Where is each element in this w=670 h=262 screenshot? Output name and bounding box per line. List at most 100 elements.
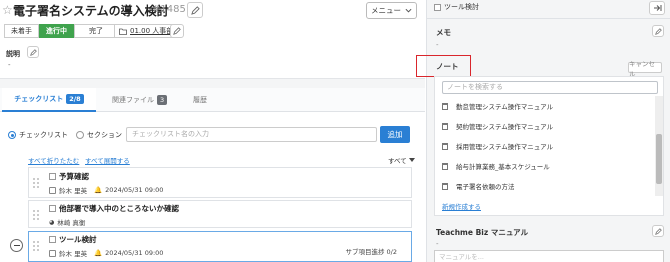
status-in-progress[interactable]: 進行中: [39, 24, 74, 38]
description-label: 説明: [6, 50, 20, 58]
user-icon: [49, 249, 56, 257]
tool-check-row[interactable]: ツール検討: [434, 2, 479, 12]
radio-label: チェックリスト: [19, 131, 68, 139]
drag-handle[interactable]: [33, 178, 40, 188]
highlight-frame: [416, 55, 471, 77]
checklist-name-input[interactable]: チェックリスト名の入力: [126, 127, 377, 142]
item-checkbox[interactable]: [49, 173, 56, 180]
cancel-button[interactable]: キャンセル: [628, 60, 662, 78]
item-title[interactable]: ツール検討: [59, 234, 97, 245]
scrollbar-thumb[interactable]: [656, 134, 662, 184]
edit-description-button[interactable]: [27, 46, 39, 58]
item-checkbox[interactable]: [49, 205, 56, 212]
tab-label: チェックリスト: [14, 95, 64, 103]
task-id: #1485: [152, 4, 186, 15]
note-option[interactable]: 勤怠管理システム操作マニュアル: [442, 101, 553, 111]
radio-section[interactable]: セクション: [76, 130, 122, 140]
due-date-field[interactable]: 01.00 人事部: [114, 24, 179, 38]
bell-icon: 🔔: [94, 249, 103, 257]
divider: [426, 18, 670, 19]
manual-input[interactable]: マニュアルを...: [434, 250, 664, 262]
drag-handle[interactable]: [33, 241, 40, 251]
checklist-item[interactable]: 他部署で導入中のところないか確認 ◕ 林崎 真衡: [28, 200, 412, 228]
filter-dropdown[interactable]: すべて: [388, 155, 415, 165]
tab-related-files[interactable]: 関連ファイル 3: [112, 88, 168, 112]
item-meta: 鈴木 里英 🔔 2024/05/31 09:00: [49, 248, 163, 258]
tab-count-badge: 2/8: [66, 94, 84, 104]
status-not-started[interactable]: 未着手: [4, 24, 39, 38]
note-title: 電子署名依頼の方法: [456, 183, 515, 191]
user-icon: ◕: [49, 218, 55, 226]
arrow-right-bar-icon: [653, 5, 661, 11]
status-done[interactable]: 完了: [74, 24, 118, 38]
pencil-icon: [190, 5, 200, 15]
star-icon[interactable]: ☆: [2, 3, 13, 17]
drag-handle[interactable]: [33, 210, 40, 220]
item-title[interactable]: 予算確認: [59, 171, 89, 182]
collapse-all-link[interactable]: すべて折りたたむ: [28, 155, 79, 165]
folder-icon: [119, 28, 127, 35]
item-checkbox[interactable]: [49, 236, 56, 243]
tab-history[interactable]: 履歴: [193, 88, 207, 112]
checklist-item[interactable]: ツール検討 鈴木 里英 🔔 2024/05/31 09:00 サブ項目進捗 0/…: [28, 231, 412, 262]
item-assignee: 鈴木 里英: [59, 250, 88, 258]
document-icon: [442, 182, 448, 190]
note-title: 契約管理システム操作マニュアル: [456, 123, 554, 131]
note-title: 給与計算業務_基本スケジュール: [456, 163, 550, 171]
task-detail-panel: ☆ 電子署名システムの導入検討 #1485 メニュー 未着手 進行中 完了 01…: [0, 0, 425, 262]
due-date-value[interactable]: 01.00 人事部: [130, 26, 173, 36]
edit-memo-button[interactable]: [652, 25, 664, 37]
radio-button[interactable]: [76, 131, 84, 139]
menu-button[interactable]: メニュー: [366, 2, 417, 19]
item-date: 2024/05/31 09:00: [105, 186, 164, 194]
note-option[interactable]: 採用管理システム操作マニュアル: [442, 141, 553, 151]
menu-label: メニュー: [371, 6, 401, 15]
note-option[interactable]: 給与計算業務_基本スケジュール: [442, 161, 550, 171]
edit-due-button[interactable]: [170, 24, 184, 38]
filter-label: すべて: [388, 157, 407, 165]
pencil-icon: [29, 48, 37, 56]
expand-all-link[interactable]: すべて展開する: [85, 155, 130, 165]
tab-checklist[interactable]: チェックリスト 2/8: [2, 88, 96, 112]
subitem-progress: サブ項目進捗 0/2: [345, 248, 397, 256]
tab-count-badge: 3: [157, 95, 168, 105]
note-title: 採用管理システム操作マニュアル: [456, 143, 554, 151]
checklist-item[interactable]: 予算確認 鈴木 里英 🔔 2024/05/31 09:00: [28, 167, 412, 198]
radio-checklist[interactable]: チェックリスト: [8, 130, 68, 140]
status-selector: 未着手 進行中 完了: [4, 24, 118, 38]
memo-label: メモ: [436, 28, 451, 37]
task-title: 電子署名システムの導入検討: [13, 4, 169, 18]
note-search-input[interactable]: ノートを検索する: [442, 81, 658, 94]
item-assignee: 鈴木 里英: [59, 187, 88, 195]
description-value: -: [8, 61, 11, 69]
collapse-panel-button[interactable]: [649, 1, 665, 15]
edit-manual-button[interactable]: [652, 225, 664, 237]
add-button[interactable]: 追加: [380, 126, 410, 143]
new-note-link[interactable]: 新規作成する: [442, 201, 481, 211]
edit-title-button[interactable]: [187, 2, 203, 18]
tool-checkbox[interactable]: [434, 3, 441, 11]
manual-value: -: [436, 240, 439, 248]
tab-label: 履歴: [193, 96, 207, 104]
radio-button[interactable]: [8, 131, 16, 139]
document-icon: [442, 162, 448, 170]
document-icon: [442, 142, 448, 150]
item-title[interactable]: 他部署で導入中のところないか確認: [59, 203, 179, 214]
collapse-toggle[interactable]: [10, 239, 23, 252]
memo-value: -: [436, 41, 439, 49]
item-meta: ◕ 林崎 真衡: [49, 217, 85, 228]
pencil-icon: [173, 27, 181, 35]
note-title: 勤怠管理システム操作マニュアル: [456, 103, 554, 111]
radio-label: セクション: [87, 131, 122, 139]
user-icon: [49, 186, 56, 194]
document-icon: [442, 102, 448, 110]
bell-icon: 🔔: [94, 186, 103, 194]
pencil-icon: [654, 227, 662, 235]
minus-icon: [13, 245, 20, 246]
item-date: 2024/05/31 09:00: [105, 249, 164, 257]
note-option[interactable]: 電子署名依頼の方法: [442, 181, 515, 191]
tool-label: ツール検討: [444, 3, 479, 11]
note-option[interactable]: 契約管理システム操作マニュアル: [442, 121, 553, 131]
tab-bar: チェックリスト 2/8 関連ファイル 3 履歴: [0, 88, 425, 112]
manual-label: Teachme Biz マニュアル: [436, 228, 529, 237]
